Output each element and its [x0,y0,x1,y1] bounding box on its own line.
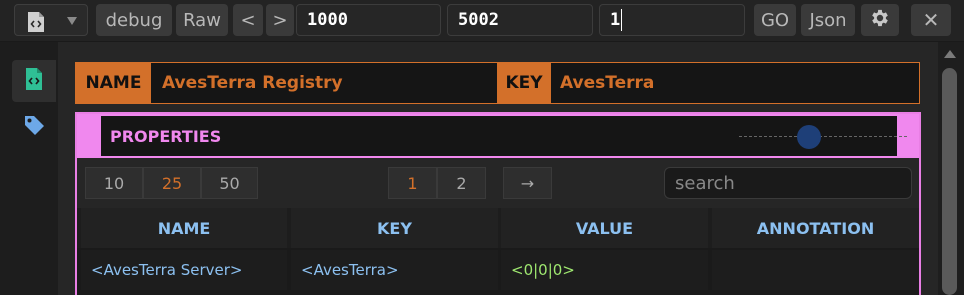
rail-item-tags[interactable] [12,106,56,148]
chevron-down-icon [67,17,77,25]
next-button[interactable]: > [266,4,294,36]
column-header-value[interactable]: VALUE [501,208,708,248]
close-button[interactable]: ✕ [911,4,951,36]
key-label: KEY [497,63,551,103]
go-button[interactable]: GO [754,4,796,36]
port-field[interactable]: 5002 [447,4,593,36]
cell-name: <AvesTerra Server> [81,250,287,290]
index-field[interactable]: 1 [599,4,745,36]
document-code-icon [24,67,44,95]
cell-annotation [712,250,919,290]
document-code-icon [26,11,46,38]
toolbar: debug Raw < > 1000 5002 1 GO Json ✕ [0,0,964,42]
view-slider-track[interactable] [739,136,907,137]
search-input[interactable]: search [664,167,912,199]
server-field[interactable]: 1000 [296,4,441,36]
entity-header: NAME AvesTerra Registry KEY AvesTerra [75,62,920,104]
gear-icon [869,7,891,34]
page-1-button[interactable]: 1 [388,167,437,199]
document-type-select[interactable] [14,4,88,36]
table-row[interactable]: <AvesTerra Server> <AvesTerra> <0|0|0> [77,250,919,290]
properties-title: PROPERTIES [101,116,907,156]
side-rail [0,42,58,295]
properties-title-bar: PROPERTIES [77,114,919,158]
text-cursor [621,9,623,31]
raw-button[interactable]: Raw [176,4,228,36]
name-value: AvesTerra Registry [162,73,343,93]
scrollbar-thumb[interactable] [942,68,957,295]
column-header-key[interactable]: KEY [291,208,498,248]
properties-title-text: PROPERTIES [110,126,222,146]
next-page-button[interactable]: → [503,167,552,199]
index-value: 1 [610,10,621,30]
page-size-25[interactable]: 25 [143,167,201,199]
cell-value: <0|0|0> [501,250,708,290]
scroll-up-arrow[interactable] [944,50,956,58]
rail-item-document[interactable] [12,60,56,102]
column-header-annotation[interactable]: ANNOTATION [712,208,919,248]
page-size-10[interactable]: 10 [85,167,143,199]
table-header: NAME KEY VALUE ANNOTATION [77,208,919,248]
prev-button[interactable]: < [233,4,263,36]
properties-panel: PROPERTIES 10 25 50 1 2 → search NAME KE… [75,112,921,295]
page-size-50[interactable]: 50 [201,167,258,199]
key-value: AvesTerra [560,73,655,93]
pagination-bar: 10 25 50 1 2 → search [77,158,919,208]
name-label: NAME [76,63,151,103]
cell-key: <AvesTerra> [291,250,498,290]
page-2-button[interactable]: 2 [437,167,486,199]
tag-icon [22,113,46,141]
debug-button[interactable]: debug [96,4,172,36]
column-header-name[interactable]: NAME [81,208,287,248]
json-button[interactable]: Json [801,4,855,36]
settings-button[interactable] [861,4,899,36]
view-slider-knob[interactable] [797,125,821,149]
